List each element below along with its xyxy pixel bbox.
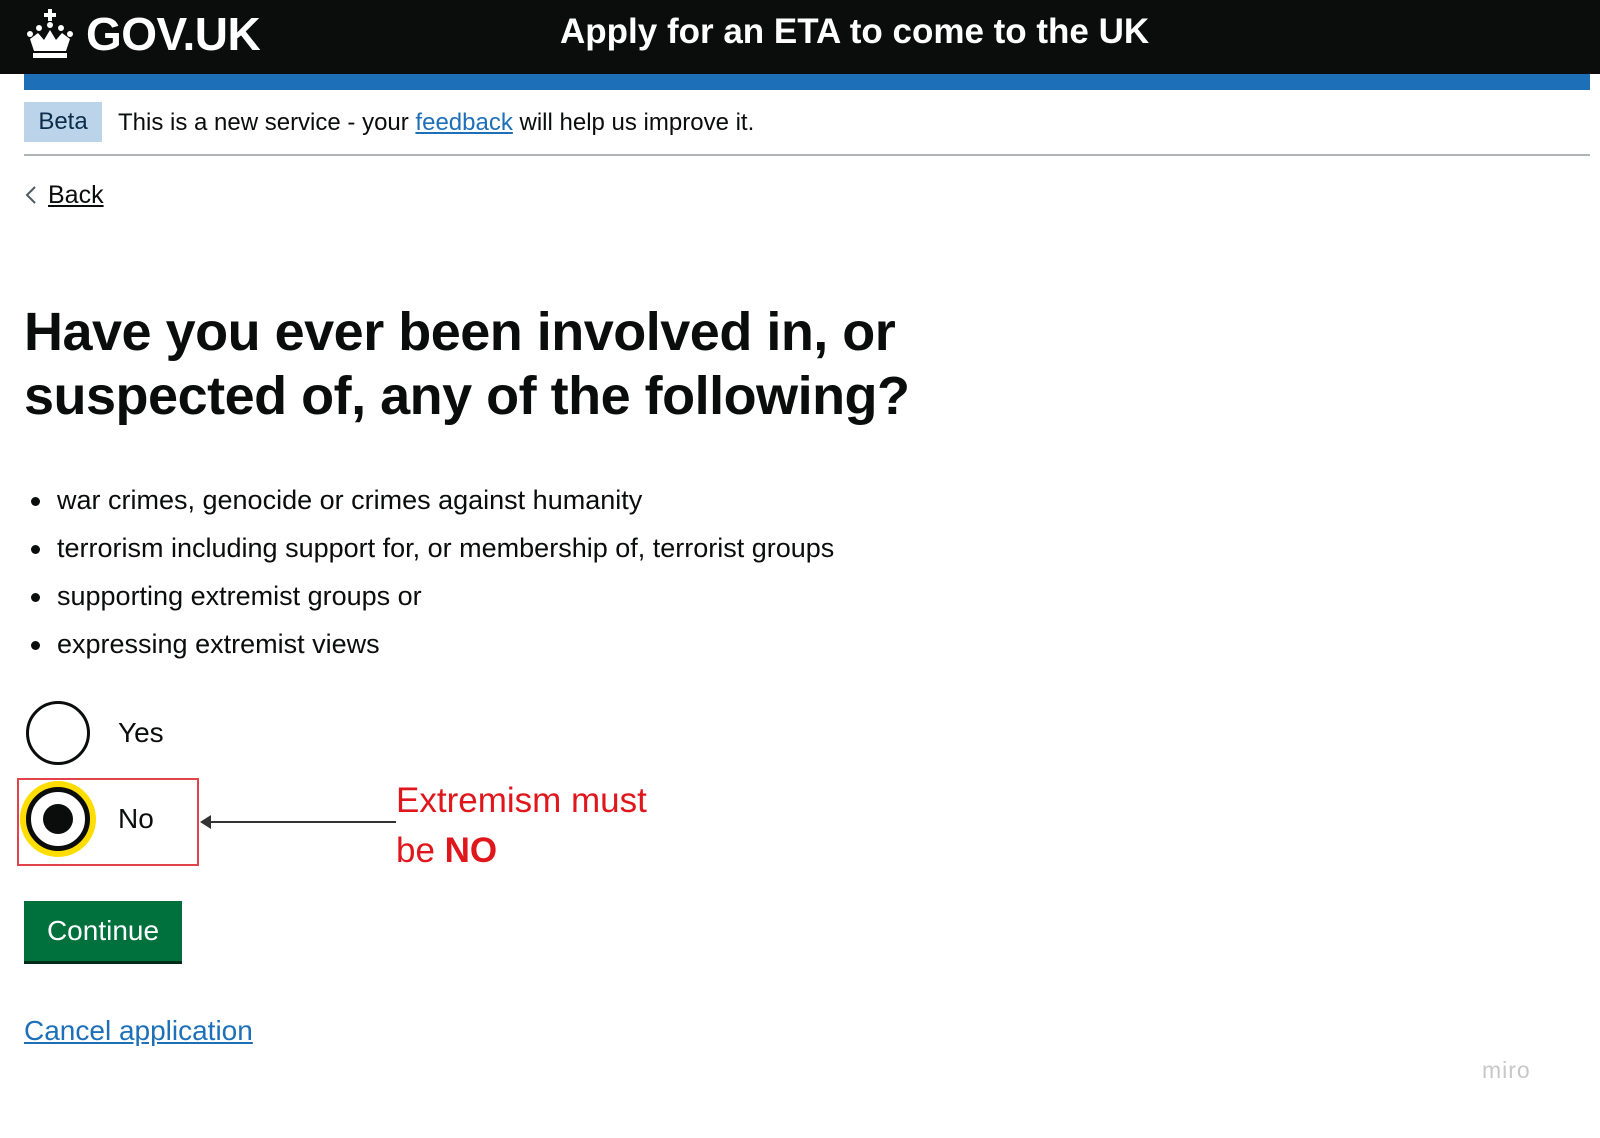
back-link-label: Back	[48, 181, 104, 209]
header-accent-bar	[24, 74, 1590, 90]
annotation-line2-strong: NO	[444, 831, 498, 870]
annotation-line1: Extremism must	[396, 781, 647, 820]
list-item: supporting extremist groups or	[24, 572, 834, 620]
feedback-link[interactable]: feedback	[415, 109, 512, 136]
phase-text-before: This is a new service - your	[118, 109, 416, 136]
page-title: Have you ever been involved in, or suspe…	[24, 302, 910, 426]
list-item: terrorism including support for, or memb…	[24, 524, 834, 572]
annotation-text: Extremism must be NO	[396, 776, 647, 876]
crown-icon	[27, 9, 73, 58]
radio-yes[interactable]: Yes	[26, 700, 164, 766]
annotation-arrow-icon	[200, 815, 396, 829]
annotation-line2: be NO	[396, 826, 647, 876]
annotation-highlight-box	[17, 778, 199, 866]
beta-tag: Beta	[24, 102, 102, 142]
govuk-logo-link[interactable]: GOV.UK	[24, 6, 261, 62]
continue-button[interactable]: Continue	[24, 901, 182, 961]
chevron-left-icon	[25, 186, 36, 204]
radio-yes-label[interactable]: Yes	[118, 716, 164, 750]
logo-text: GOV.UK	[86, 8, 261, 60]
radio-yes-circle[interactable]	[26, 701, 90, 765]
phase-banner: Beta This is a new service - your feedba…	[24, 102, 1590, 156]
page: GOV.UK Apply for an ETA to come to the U…	[0, 0, 1600, 1138]
list-item: expressing extremist views	[24, 620, 834, 668]
conditions-list: war crimes, genocide or crimes against h…	[24, 476, 834, 668]
site-header: GOV.UK Apply for an ETA to come to the U…	[0, 0, 1600, 74]
phase-banner-text: This is a new service - your feedback wi…	[118, 108, 754, 138]
service-name-link[interactable]: Apply for an ETA to come to the UK	[560, 12, 1149, 52]
miro-watermark: miro	[1482, 1057, 1531, 1083]
annotation-line2-prefix: be	[396, 831, 445, 870]
list-item: war crimes, genocide or crimes against h…	[24, 476, 834, 524]
phase-text-after: will help us improve it.	[512, 109, 755, 136]
cancel-application-link[interactable]: Cancel application	[24, 1014, 253, 1048]
back-link[interactable]: Back	[24, 180, 104, 210]
